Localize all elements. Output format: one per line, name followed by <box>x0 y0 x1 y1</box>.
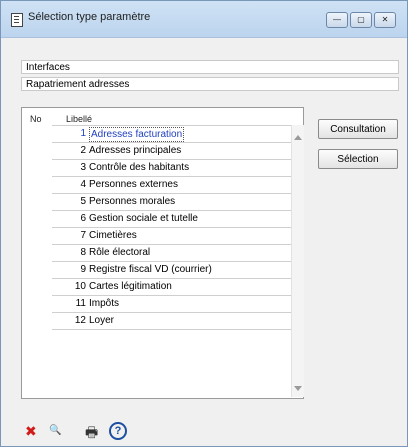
list-item[interactable]: 9 Registre fiscal VD (courrier) <box>52 262 292 279</box>
list-item-label: Adresses facturation <box>89 127 185 142</box>
list-item[interactable]: 2 Adresses principales <box>52 143 292 160</box>
list-item-number: 9 <box>80 264 86 275</box>
list-item[interactable]: 10 Cartes légitimation <box>52 279 292 296</box>
consultation-button[interactable]: Consultation <box>318 119 398 139</box>
list-item-label: Impôts <box>89 298 120 309</box>
list-item-number: 8 <box>80 247 86 258</box>
list-item[interactable]: 5 Personnes morales <box>52 194 292 211</box>
scroll-up-icon[interactable] <box>294 135 302 140</box>
list-item-label: Personnes morales <box>89 196 176 207</box>
list-item-number: 12 <box>74 315 86 326</box>
list-item-number: 2 <box>80 145 86 156</box>
list-item-number: 3 <box>80 162 86 173</box>
list-item[interactable]: 11 Impôts <box>52 296 292 313</box>
delete-x-icon[interactable]: ✖ <box>25 423 37 440</box>
printer-icon[interactable]: 🖶 <box>85 422 98 446</box>
bottom-toolbar: ✖ 🔍 🖶 ? <box>1 409 407 446</box>
scroll-down-icon[interactable] <box>294 386 302 391</box>
list-item[interactable]: 7 Cimetières <box>52 228 292 245</box>
list-item-label: Personnes externes <box>89 179 178 190</box>
list-item[interactable]: 6 Gestion sociale et tutelle <box>52 211 292 228</box>
list-scrollbar[interactable] <box>291 125 304 397</box>
list-item-number: 11 <box>75 298 86 309</box>
list-item-label: Registre fiscal VD (courrier) <box>89 264 212 275</box>
rapatriement-field[interactable]: Rapatriement adresses <box>21 77 399 91</box>
selection-button[interactable]: Sélection <box>318 149 398 169</box>
list-item-label: Gestion sociale et tutelle <box>89 213 198 224</box>
list-item-label: Contrôle des habitants <box>89 162 190 173</box>
list-item-number: 6 <box>80 213 86 224</box>
list-rows: 1 Adresses facturation 2 Adresses principal… <box>52 125 292 330</box>
minimize-button[interactable]: — <box>326 12 348 28</box>
list-item-label: Cartes légitimation <box>89 281 172 292</box>
parameter-list[interactable]: No Libellé 1 Adresses facturation 2 Adresse… <box>21 107 304 399</box>
list-item-number: 1 <box>80 128 86 139</box>
interfaces-field[interactable]: Interfaces <box>21 60 399 74</box>
maximize-button[interactable]: ▢ <box>350 12 372 28</box>
document-icon <box>11 13 23 27</box>
help-icon[interactable]: ? <box>109 422 127 440</box>
list-item-label: Rôle électoral <box>89 247 151 258</box>
list-item[interactable]: 4 Personnes externes <box>52 177 292 194</box>
close-button[interactable]: ✕ <box>374 12 396 28</box>
list-item-number: 4 <box>80 179 86 190</box>
selection-window: Sélection type paramètre — ▢ ✕ Interface… <box>0 0 408 447</box>
list-item-label: Adresses principales <box>89 145 182 156</box>
magnifier-icon[interactable]: 🔍 <box>49 425 61 436</box>
column-header-no: No <box>30 114 42 124</box>
list-item[interactable]: 8 Rôle électoral <box>52 245 292 262</box>
window-title: Sélection type paramètre <box>28 11 151 23</box>
list-item-number: 7 <box>80 230 86 241</box>
list-item-number: 10 <box>74 281 86 292</box>
list-item[interactable]: 12 Loyer <box>52 313 292 330</box>
list-item[interactable]: 1 Adresses facturation <box>52 126 292 143</box>
list-item-number: 5 <box>80 196 86 207</box>
list-item-label: Loyer <box>89 315 115 326</box>
title-bar: Sélection type paramètre — ▢ ✕ <box>1 1 407 38</box>
column-header-label: Libellé <box>66 114 93 124</box>
list-item-label: Cimetières <box>89 230 137 241</box>
list-item[interactable]: 3 Contrôle des habitants <box>52 160 292 177</box>
